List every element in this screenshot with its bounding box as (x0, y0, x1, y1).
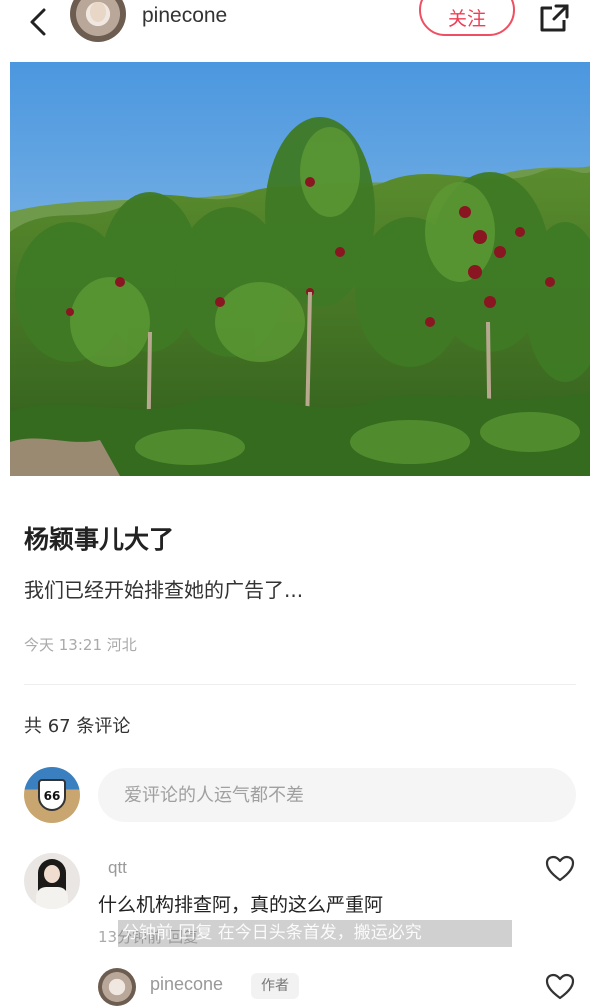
share-icon[interactable] (538, 4, 570, 34)
follow-button[interactable]: 关注 (419, 0, 515, 36)
top-bar: pinecone 关注 (0, 0, 600, 50)
post-body: 我们已经开始排查她的广告了... (24, 578, 304, 602)
comment-count: 共 67 条评论 (24, 716, 131, 737)
watermark-overlay: 分钟前 回复 在今日头条首发，搬运必究 (118, 920, 512, 947)
divider (24, 684, 576, 685)
reply-author-avatar[interactable] (98, 968, 136, 1006)
reply-author-username[interactable]: pinecone (150, 974, 223, 995)
commenter-avatar[interactable] (24, 853, 80, 909)
orchard-image (10, 62, 590, 476)
comment-input[interactable] (98, 768, 576, 822)
my-avatar: 66 (24, 767, 80, 823)
heart-icon[interactable] (545, 973, 575, 1001)
heart-icon[interactable] (545, 855, 575, 883)
post-meta: 今天 13:21 河北 (24, 636, 137, 654)
author-avatar[interactable] (70, 0, 126, 42)
back-arrow-icon[interactable] (24, 4, 52, 40)
commenter-username[interactable]: qtt (108, 858, 127, 878)
comment-text: 什么机构排查阿，真的这么严重阿 (98, 894, 384, 916)
post-photo[interactable] (10, 62, 590, 476)
author-badge: 作者 (251, 973, 299, 999)
author-username[interactable]: pinecone (142, 4, 227, 28)
post-title: 杨颖事儿大了 (24, 525, 175, 554)
route-66-badge: 66 (38, 779, 66, 811)
